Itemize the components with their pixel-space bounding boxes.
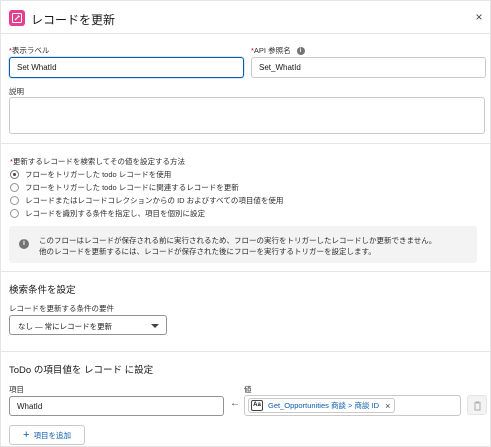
radio-button[interactable]: [10, 196, 19, 205]
radio-option-record-collection[interactable]: レコードまたはレコードコレクションからの ID およびすべての項目値を使用: [10, 195, 283, 206]
divider: [1, 271, 491, 272]
radio-button[interactable]: [10, 183, 19, 192]
info-icon: i: [19, 239, 29, 249]
value-pill[interactable]: Aa Get_Opportunities 商談 > 商談 ID ×: [248, 398, 396, 413]
description-textarea[interactable]: [9, 97, 485, 134]
description-label: 説明: [9, 87, 24, 96]
api-name-input[interactable]: Set_WhatId: [251, 57, 486, 78]
radio-option-triggering-todo[interactable]: フローをトリガーした todo レコードを使用: [10, 169, 171, 180]
field-column-label: 項目: [9, 385, 24, 394]
method-label: *更新するレコードを検索してその値を設定する方法: [10, 157, 185, 166]
filter-requirement-select[interactable]: なし — 常にレコードを更新: [9, 315, 167, 335]
text-variable-icon: Aa: [251, 400, 263, 411]
panel-header: レコードを更新 ×: [1, 1, 491, 34]
update-record-panel: レコードを更新 × *表示ラベル Set WhatId *API 参照名 i Se…: [0, 0, 491, 447]
radio-button-selected[interactable]: [10, 170, 19, 179]
info-icon[interactable]: i: [296, 47, 305, 56]
info-message-box: i このフローはレコードが保存される前に実行されるため、フローの実行をトリガーし…: [9, 226, 477, 263]
radio-option-specify-conditions[interactable]: レコードを識別する条件を指定し、項目を個別に設定: [10, 208, 205, 219]
trash-icon: [474, 401, 481, 411]
value-input[interactable]: Aa Get_Opportunities 商談 > 商談 ID ×: [244, 395, 461, 416]
display-label-label: *表示ラベル: [9, 46, 50, 55]
arrow-left-icon: ←: [230, 398, 240, 409]
value-column-label: 値: [244, 385, 252, 394]
close-icon[interactable]: ×: [473, 11, 485, 23]
filter-section-title: 検索条件を設定: [9, 285, 76, 296]
plus-icon: +: [23, 429, 30, 441]
api-name-label: *API 参照名 i: [251, 45, 305, 56]
divider: [1, 143, 491, 144]
field-input[interactable]: WhatId: [9, 396, 224, 416]
chevron-down-icon: [151, 324, 159, 328]
delete-row-button[interactable]: [467, 395, 487, 415]
radio-option-related-record[interactable]: フローをトリガーした todo レコードに関連するレコードを更新: [10, 182, 239, 193]
panel-title: レコードを更新: [31, 13, 116, 27]
value-pill-label: Get_Opportunities 商談 > 商談 ID: [268, 401, 380, 410]
remove-icon[interactable]: ×: [385, 401, 390, 411]
add-field-button[interactable]: + 項目を追加: [9, 425, 85, 445]
radio-button[interactable]: [10, 209, 19, 218]
filter-requirement-label: レコードを更新する条件の要件: [9, 304, 114, 313]
divider: [1, 351, 491, 352]
display-label-input[interactable]: Set WhatId: [9, 57, 244, 78]
update-record-icon: [9, 10, 25, 26]
info-message-text: このフローはレコードが保存される前に実行されるため、フローの実行をトリガーしたレ…: [39, 236, 437, 256]
values-section-title: ToDo の項目値を レコード に設定: [9, 365, 154, 376]
